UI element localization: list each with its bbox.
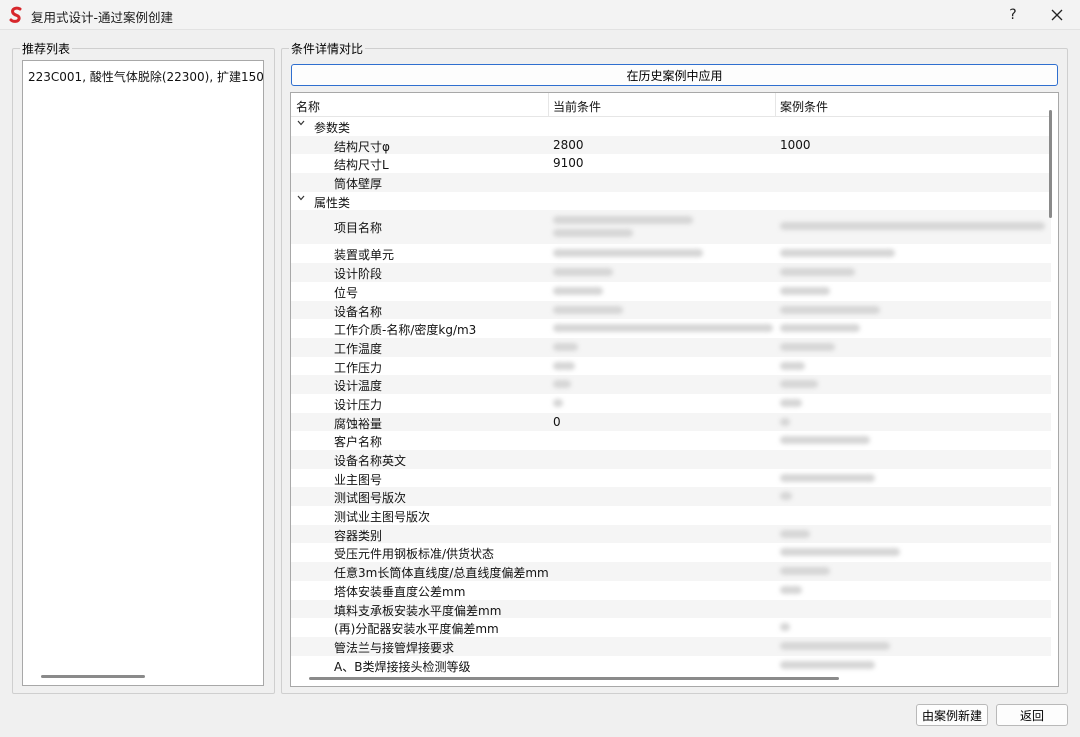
table-row[interactable]: 塔体安装垂直度公差mm — [291, 581, 1051, 600]
table-row[interactable]: A、B类焊接接头检测等级 — [291, 656, 1051, 675]
table-row[interactable]: 工作压力 — [291, 357, 1051, 376]
redacted-value — [780, 417, 790, 426]
compare-table[interactable]: 名称 当前条件 案例条件 参数类 结构尺寸φ 2800 1000 结构尺寸L 9… — [290, 92, 1059, 687]
redacted-value — [553, 286, 603, 295]
table-row[interactable]: 容器类别 — [291, 524, 1051, 544]
redacted-value — [780, 398, 802, 407]
redacted-value — [553, 398, 563, 407]
redacted-value — [780, 585, 802, 594]
redacted-value — [553, 229, 633, 238]
redacted-value — [780, 361, 805, 370]
redacted-value — [553, 361, 575, 370]
table-row[interactable]: 测试业主图号版次 — [291, 506, 1051, 525]
recommend-list[interactable]: 223C001, 酸性气体脱除(22300), 扩建1500万 — [22, 60, 264, 686]
table-row[interactable]: 设备名称英文 — [291, 450, 1051, 469]
redacted-value — [780, 492, 792, 501]
table-body: 参数类 结构尺寸φ 2800 1000 结构尺寸L 9100 筒体壁厚 属性类 … — [291, 117, 1051, 674]
table-row[interactable]: 项目名称 — [291, 210, 1051, 245]
table-row[interactable]: 工作介质-名称/密度kg/m3 — [291, 319, 1051, 338]
redacted-value — [553, 249, 703, 258]
table-row[interactable]: 填料支承板安装水平度偏差mm — [291, 599, 1051, 619]
help-button[interactable]: ? — [990, 0, 1036, 30]
redacted-value — [780, 286, 830, 295]
table-row[interactable]: 结构尺寸L 9100 — [291, 154, 1051, 173]
redacted-value — [780, 268, 855, 277]
table-row[interactable]: (再)分配器安装水平度偏差mm — [291, 618, 1051, 637]
redacted-value — [780, 641, 890, 650]
back-button[interactable]: 返回 — [996, 704, 1068, 726]
redacted-value — [780, 222, 1045, 231]
table-row[interactable]: 设计温度 — [291, 375, 1051, 394]
redacted-value — [553, 380, 571, 389]
title-bar: 复用式设计-通过案例创建 ? — [0, 0, 1080, 30]
window-title: 复用式设计-通过案例创建 — [31, 10, 174, 25]
column-header-current[interactable]: 当前条件 — [553, 98, 601, 115]
table-row[interactable]: 筒体壁厚 — [291, 173, 1051, 192]
create-from-case-button[interactable]: 由案例新建 — [916, 704, 988, 726]
table-row[interactable]: 结构尺寸φ 2800 1000 — [291, 135, 1051, 155]
recommend-group-title: 推荐列表 — [20, 40, 73, 57]
compare-group-title: 条件详情对比 — [289, 40, 366, 57]
redacted-value — [780, 567, 830, 576]
table-header: 名称 当前条件 案例条件 — [291, 93, 1051, 117]
list-item[interactable]: 223C001, 酸性气体脱除(22300), 扩建1500万 — [28, 68, 263, 85]
close-icon — [1051, 9, 1063, 21]
chevron-down-icon[interactable] — [296, 118, 306, 131]
table-row[interactable]: 设备名称 — [291, 300, 1051, 320]
redacted-value — [780, 324, 860, 333]
redacted-value — [553, 324, 773, 333]
redacted-value — [780, 305, 880, 314]
redacted-value — [780, 342, 835, 351]
table-row[interactable]: 腐蚀裕量 0 — [291, 412, 1051, 432]
apply-in-history-button[interactable]: 在历史案例中应用 — [291, 64, 1058, 86]
table-row[interactable]: 装置或单元 — [291, 244, 1051, 263]
category-row-params[interactable]: 参数类 — [291, 117, 1051, 136]
redacted-value — [553, 342, 578, 351]
table-row[interactable]: 受压元件用钢板标准/供货状态 — [291, 543, 1051, 562]
table-row[interactable]: 客户名称 — [291, 431, 1051, 450]
list-horizontal-scrollbar[interactable] — [41, 675, 145, 678]
column-header-name[interactable]: 名称 — [296, 98, 320, 115]
table-row[interactable]: 设计阶段 — [291, 263, 1051, 282]
table-horizontal-scrollbar[interactable] — [309, 677, 839, 680]
table-row[interactable]: 位号 — [291, 282, 1051, 301]
table-row[interactable]: 业主图号 — [291, 469, 1051, 488]
redacted-value — [780, 660, 875, 669]
redacted-value — [780, 436, 870, 445]
table-row[interactable]: 工作温度 — [291, 337, 1051, 357]
redacted-value — [780, 249, 895, 258]
redacted-value — [780, 473, 875, 482]
redacted-value — [780, 380, 818, 389]
redacted-value — [553, 216, 693, 225]
table-row[interactable]: 任意3m长筒体直线度/总直线度偏差mm — [291, 562, 1051, 581]
s-logo-icon — [9, 6, 22, 23]
column-header-case[interactable]: 案例条件 — [780, 98, 828, 115]
redacted-value — [553, 268, 613, 277]
table-row[interactable]: 测试图号版次 — [291, 487, 1051, 507]
redacted-value — [780, 548, 900, 557]
table-row[interactable]: 设计压力 — [291, 394, 1051, 413]
table-vertical-scrollbar[interactable] — [1049, 110, 1052, 218]
chevron-down-icon[interactable] — [296, 193, 306, 206]
close-button[interactable] — [1034, 0, 1080, 30]
category-row-attributes[interactable]: 属性类 — [291, 192, 1051, 211]
redacted-value — [553, 305, 623, 314]
redacted-value — [780, 529, 810, 538]
redacted-value — [780, 623, 790, 632]
table-row[interactable]: 管法兰与接管焊接要求 — [291, 636, 1051, 656]
